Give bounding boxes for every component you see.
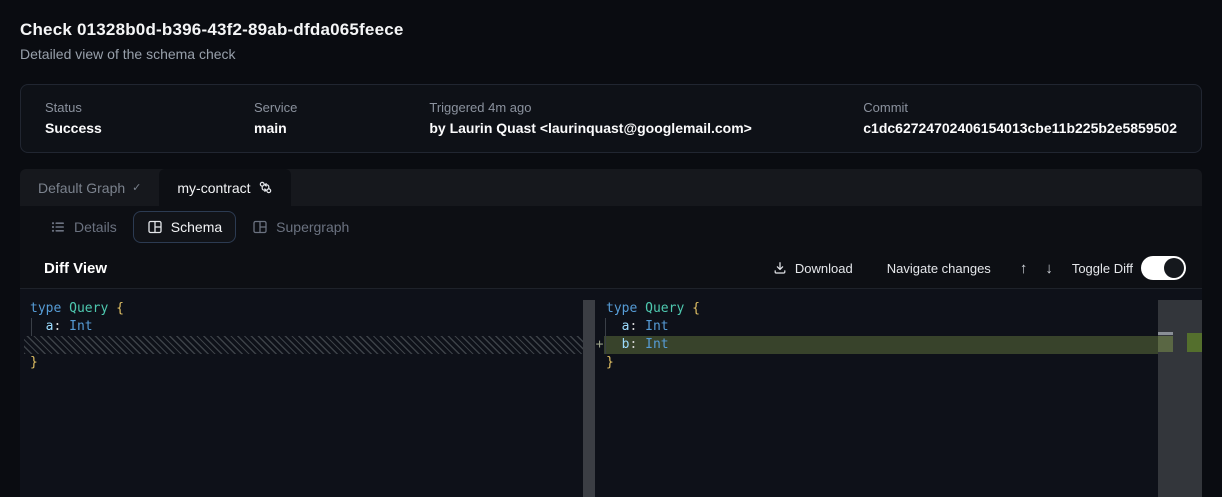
check-content: Details Schema Supergraph [20,206,1202,497]
diff-pane-original: type Query { a: Int} [20,300,583,372]
toggle-knob [1164,258,1184,278]
panels-icon [252,219,268,235]
triggered-label: Triggered 4m ago [429,100,863,115]
left-pane-scrollbar[interactable] [583,300,595,497]
git-compare-icon [258,180,273,195]
schema-diff-editor[interactable]: type Query { a: Int} type Query { a: Int… [20,289,1202,497]
panels-icon [147,219,163,235]
diff-actions: Download Navigate changes ↑ ↓ Toggle Dif… [765,255,1186,282]
diff-toolbar: Diff View Download Navigate changes ↑ ↓ [20,248,1202,289]
list-icon [50,219,66,235]
summary-triggered: Triggered 4m ago by Laurin Quast <laurin… [429,100,863,136]
tab-schema-label: Schema [171,219,222,235]
navigate-changes-label: Navigate changes [887,261,991,276]
check-icon: ✓ [132,181,141,194]
navigate-changes-button[interactable]: Navigate changes [879,255,999,282]
page-subtitle: Detailed view of the schema check [20,46,1202,62]
page-title: Check 01328b0d-b396-43f2-89ab-dfda065fee… [20,20,1202,40]
service-value: main [254,120,429,136]
download-icon [773,261,787,275]
download-label: Download [795,261,853,276]
inserted-line-sign: + [594,336,605,354]
commit-label: Commit [863,100,1177,115]
indent-guide [31,318,32,336]
graph-tab-strip: Default Graph ✓ my-contract [20,169,1202,206]
minimap-scrollbar[interactable] [1158,300,1202,497]
status-value: Success [45,120,254,136]
minimap-added-overlay [1158,336,1173,352]
tab-my-contract[interactable]: my-contract [159,169,290,206]
arrow-up-icon: ↑ [1020,260,1028,277]
toggle-diff-label: Toggle Diff [1072,261,1133,276]
summary-commit: Commit c1dc62724702406154013cbe11b225b2e… [863,100,1177,136]
tab-default-graph[interactable]: Default Graph ✓ [20,169,159,206]
indent-guide [605,318,606,354]
tab-schema[interactable]: Schema [133,211,236,243]
page-header: Check 01328b0d-b396-43f2-89ab-dfda065fee… [0,0,1222,62]
service-label: Service [254,100,429,115]
tab-supergraph[interactable]: Supergraph [246,212,355,242]
commit-value: c1dc62724702406154013cbe11b225b2e5859502 [863,120,1177,136]
arrow-down-icon: ↓ [1045,260,1053,277]
my-contract-label: my-contract [177,180,250,196]
minimap-content-tick [1158,332,1173,335]
diff-view-title: Diff View [44,260,107,277]
toggle-diff-switch[interactable] [1141,256,1186,280]
minimap-added-marker [1187,333,1202,352]
check-summary-card: Status Success Service main Triggered 4m… [20,84,1202,153]
default-graph-label: Default Graph [38,180,125,196]
download-button[interactable]: Download [765,255,861,282]
tab-details-label: Details [74,219,117,235]
tab-supergraph-label: Supergraph [276,219,349,235]
triggered-value: by Laurin Quast <laurinquast@googlemail.… [429,120,863,136]
view-tab-bar: Details Schema Supergraph [20,206,1202,248]
diff-pane-modified: type Query { a: Int b: Int} [604,300,1158,372]
tab-details[interactable]: Details [44,212,123,242]
previous-change-button[interactable]: ↑ [1011,256,1037,281]
status-label: Status [45,100,254,115]
summary-status: Status Success [45,100,254,136]
summary-service: Service main [254,100,429,136]
next-change-button[interactable]: ↓ [1036,256,1062,281]
